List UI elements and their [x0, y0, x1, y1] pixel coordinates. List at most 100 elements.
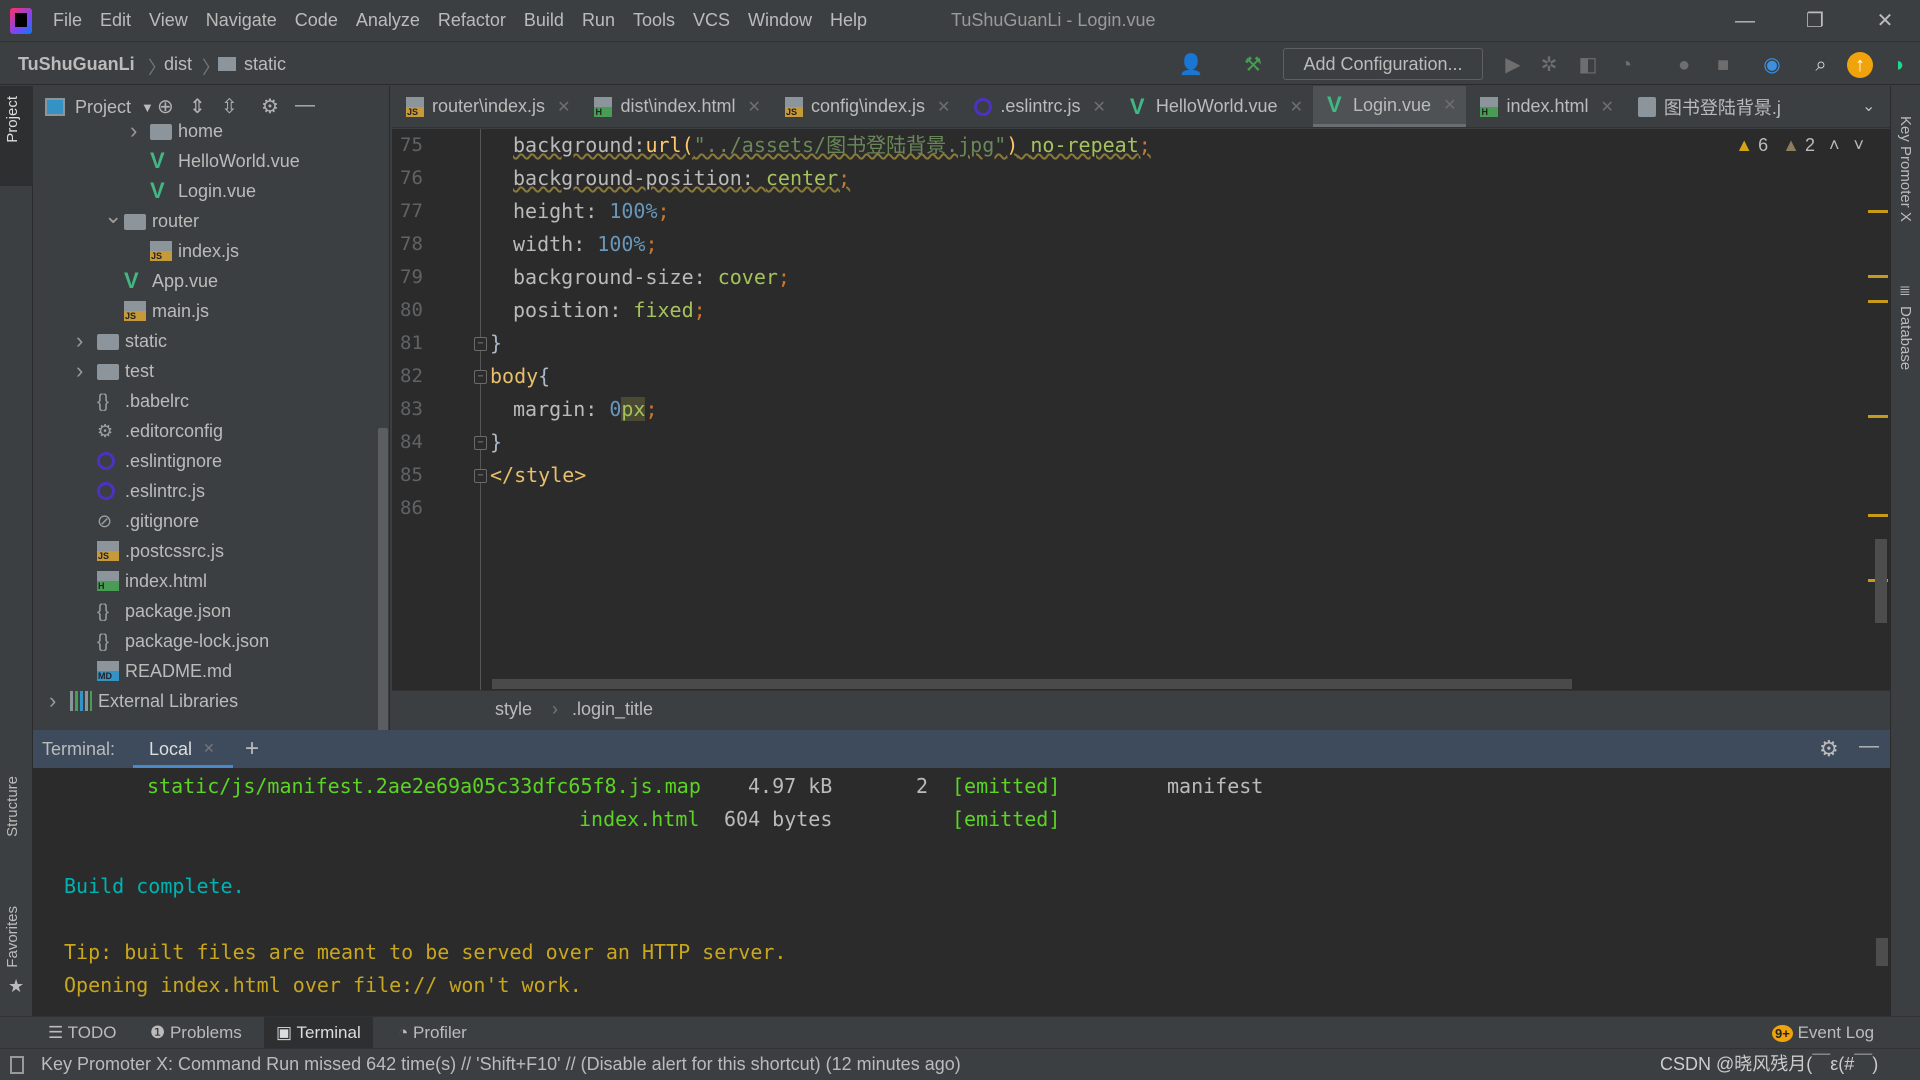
close-tab-icon[interactable]: ✕ [203, 740, 215, 757]
code-line[interactable]: 80 position: fixed; [392, 294, 1872, 327]
tree-item--gitignore[interactable]: ⊘ .gitignore [33, 506, 373, 536]
menu-view[interactable]: View [140, 10, 197, 31]
tree-item-home[interactable]: › home [33, 116, 373, 146]
close-tab-icon[interactable]: ✕ [748, 97, 761, 117]
editor-vertical-scrollbar[interactable] [1875, 539, 1887, 623]
menu-run[interactable]: Run [573, 10, 624, 31]
search-icon[interactable]: ⌕ [1808, 52, 1834, 78]
tool-tab-database[interactable]: Database [1897, 306, 1914, 370]
tree-item-readme-md[interactable]: MD README.md [33, 656, 373, 686]
tab-router-index-js[interactable]: JS router\index.js ✕ [392, 86, 580, 127]
tab-index-html[interactable]: Hindex.html ✕ [1466, 86, 1623, 127]
close-window-button[interactable]: ✕ [1865, 6, 1905, 36]
code-line[interactable]: 78 width: 100%; [392, 228, 1872, 261]
tree-item--postcssrc-js[interactable]: JS .postcssrc.js [33, 536, 373, 566]
tree-item--eslintrc-js[interactable]: .eslintrc.js [33, 476, 373, 506]
run-icon[interactable]: ▶ [1500, 52, 1526, 78]
minimize-button[interactable]: — [1725, 6, 1765, 36]
tree-item--babelrc[interactable]: {} .babelrc [33, 386, 373, 416]
chevron-down-icon[interactable]: ⌄ [104, 201, 122, 231]
toolbox-icon[interactable]: ◗ [1887, 52, 1913, 78]
chevron-right-icon[interactable]: › [130, 116, 137, 146]
chevron-right-icon[interactable]: › [49, 686, 56, 716]
code-line[interactable]: 85 − </style> [392, 459, 1872, 492]
editor-horizontal-scrollbar[interactable] [492, 679, 1572, 689]
breadcrumb-project[interactable]: TuShuGuanLi [18, 54, 135, 75]
breadcrumb-static[interactable]: static [244, 54, 286, 75]
toggle-tool-windows-icon[interactable] [10, 1056, 24, 1074]
record-icon[interactable]: ● [1671, 52, 1697, 78]
plugin-gauge-icon[interactable]: ◉ [1759, 52, 1785, 78]
close-tab-icon[interactable]: ✕ [1601, 97, 1614, 117]
chevron-right-icon[interactable]: › [76, 326, 83, 356]
code-line[interactable]: 77 height: 100%; [392, 195, 1872, 228]
code-line[interactable]: 83 margin: 0px; [392, 393, 1872, 426]
menu-build[interactable]: Build [515, 10, 573, 31]
close-tab-icon[interactable]: ✕ [937, 97, 950, 117]
menu-refactor[interactable]: Refactor [429, 10, 515, 31]
todo-tool-button[interactable]: ☰ TODO [36, 1017, 128, 1049]
chevron-right-icon[interactable]: › [76, 356, 83, 386]
tool-tab-project[interactable]: Project [4, 96, 21, 143]
tree-item-app-vue[interactable]: V App.vue [33, 266, 373, 296]
tree-item--eslintignore[interactable]: .eslintignore [33, 446, 373, 476]
menu-file[interactable]: File [44, 10, 91, 31]
tree-item-router[interactable]: ⌄ router [33, 203, 373, 236]
stop-icon[interactable]: ■ [1710, 52, 1736, 78]
code-line[interactable]: 82 − body{ [392, 360, 1872, 393]
tree-item-main-js[interactable]: JS main.js [33, 296, 373, 326]
menu-code[interactable]: Code [286, 10, 347, 31]
breadcrumb-dist[interactable]: dist [164, 54, 192, 75]
coverage-icon[interactable]: ◧ [1575, 52, 1601, 78]
tree-item-static[interactable]: › static [33, 326, 373, 356]
fold-marker-icon[interactable]: − [474, 337, 487, 351]
menu-window[interactable]: Window [739, 10, 821, 31]
tab-dist-index-html[interactable]: Hdist\index.html ✕ [580, 86, 770, 127]
fold-marker-icon[interactable]: − [474, 436, 487, 450]
tree-item-helloworld-vue[interactable]: V HelloWorld.vue [33, 146, 373, 176]
menu-analyze[interactable]: Analyze [347, 10, 429, 31]
tab--eslintrc-js[interactable]: .eslintrc.js ✕ [960, 86, 1115, 127]
status-message[interactable]: Key Promoter X: Command Run missed 642 t… [41, 1049, 961, 1080]
code-line[interactable]: 75 background:url("../assets/图书登陆背景.jpg")… [392, 129, 1872, 162]
fold-marker-icon[interactable]: − [474, 370, 487, 384]
previous-highlight-icon[interactable]: ˄ [1829, 135, 1840, 156]
code-line[interactable]: 79 background-size: cover; [392, 261, 1872, 294]
terminal-scrollbar[interactable] [1876, 938, 1888, 966]
build-hammer-icon[interactable]: ⚒ [1240, 52, 1266, 78]
project-view-selector[interactable]: Project [75, 97, 131, 118]
project-scrollbar[interactable] [378, 428, 388, 730]
code-line[interactable]: 76 background-position: center; [392, 162, 1872, 195]
terminal-tool-button[interactable]: ▣ Terminal [264, 1017, 373, 1049]
user-icon[interactable]: 👤 [1178, 52, 1204, 78]
crumb-login-title[interactable]: .login_title [572, 699, 653, 720]
crumb-style[interactable]: style [495, 699, 532, 720]
inspection-widget[interactable]: ▲ 6 ▲ 2 ˄ ˅ [1735, 135, 1864, 156]
gear-icon[interactable]: ⚙ [1819, 736, 1839, 762]
tabs-overflow-chevron-icon[interactable]: ⌄ [1862, 96, 1875, 116]
menu-edit[interactable]: Edit [91, 10, 140, 31]
problems-tool-button[interactable]: ❶ Problems [138, 1017, 254, 1049]
tab-login-vue[interactable]: V Login.vue ✕ [1312, 86, 1467, 127]
chevron-down-icon[interactable]: ▼ [141, 100, 154, 115]
close-tab-icon[interactable]: ✕ [1290, 97, 1303, 117]
tab--j[interactable]: 图书登陆背景.j [1624, 86, 1791, 127]
close-tab-icon[interactable]: ✕ [557, 97, 570, 117]
tree-item-external-libraries[interactable]: › External Libraries [33, 686, 373, 716]
menu-help[interactable]: Help [821, 10, 876, 31]
add-configuration-button[interactable]: Add Configuration... [1283, 48, 1483, 80]
tree-item-package-json[interactable]: {} package.json [33, 596, 373, 626]
event-log-button[interactable]: 9+ Event Log [1760, 1017, 1886, 1049]
hide-terminal-icon[interactable]: — [1859, 735, 1879, 758]
tool-tab-structure[interactable]: Structure [4, 776, 21, 837]
update-icon[interactable]: ↑ [1847, 52, 1873, 78]
terminal-output[interactable]: static/js/manifest.2ae2e69a05c33dfc65f8.… [33, 768, 1890, 1016]
close-tab-icon[interactable]: ✕ [1443, 95, 1456, 115]
menu-navigate[interactable]: Navigate [197, 10, 286, 31]
fold-marker-icon[interactable]: − [474, 469, 487, 483]
tree-item-index-html[interactable]: Hindex.html [33, 566, 373, 596]
tree-item-test[interactable]: › test [33, 356, 373, 386]
tree-item-login-vue[interactable]: V Login.vue [33, 176, 373, 206]
code-line[interactable]: 84 −} [392, 426, 1872, 459]
terminal-tab-local[interactable]: Local ✕ [133, 730, 233, 768]
